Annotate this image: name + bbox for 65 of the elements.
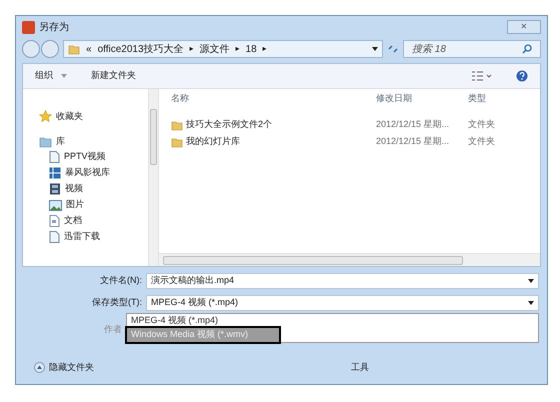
author-label: 作者 bbox=[103, 323, 122, 336]
overflow-chevron[interactable]: « bbox=[86, 42, 92, 56]
folder-icon bbox=[68, 43, 80, 55]
view-options-icon[interactable] bbox=[472, 71, 492, 81]
modified-date: 2012/12/15 星期... bbox=[376, 134, 450, 148]
file-type: 文件夹 bbox=[468, 134, 495, 148]
save-type-dropdown[interactable]: MPEG-4 视频 (*.mp4) bbox=[146, 295, 539, 311]
breadcrumb-separator[interactable]: ▸ bbox=[262, 43, 267, 55]
search-icon bbox=[522, 44, 532, 54]
breadcrumb-separator[interactable]: ▸ bbox=[236, 43, 240, 55]
sidebar-item[interactable]: 图片 bbox=[39, 197, 148, 213]
sidebar-item[interactable]: 暴风影视库 bbox=[39, 165, 148, 181]
scrollbar-thumb[interactable] bbox=[163, 256, 463, 264]
file-icon bbox=[49, 231, 60, 243]
dropdown-caret-icon[interactable] bbox=[528, 279, 534, 283]
save-type-label: 保存类型(T): bbox=[91, 296, 142, 310]
breadcrumb[interactable]: office2013技巧大全 bbox=[98, 42, 184, 56]
file-type: 文件夹 bbox=[468, 118, 495, 131]
star-icon bbox=[39, 110, 52, 123]
column-header[interactable]: 名称 bbox=[171, 92, 376, 106]
forward-button[interactable] bbox=[41, 40, 59, 58]
search-field[interactable]: 搜索 18 bbox=[403, 40, 541, 58]
document-icon bbox=[49, 215, 60, 227]
library-folder-icon bbox=[39, 136, 52, 148]
sidebar-item[interactable]: 库 bbox=[39, 134, 148, 149]
vertical-scrollbar[interactable] bbox=[148, 89, 159, 266]
dropdown-caret-icon[interactable] bbox=[528, 301, 534, 305]
film-icon bbox=[49, 183, 61, 195]
horizontal-scrollbar[interactable] bbox=[159, 253, 540, 266]
window-title: 另存为 bbox=[39, 20, 69, 34]
file-row[interactable]: 我的幻灯片库 2012/12/15 星期... 文件夹 bbox=[171, 134, 540, 149]
sidebar-item[interactable]: PPTV视频 bbox=[39, 149, 148, 165]
folder-icon bbox=[171, 118, 183, 130]
file-name-label: 文件名(N): bbox=[99, 274, 142, 288]
sidebar-item[interactable]: 收藏夹 bbox=[39, 109, 148, 124]
file-name: 我的幻灯片库 bbox=[186, 134, 240, 148]
column-header[interactable]: 类型 bbox=[468, 92, 486, 106]
file-name-field[interactable]: 演示文稿的输出.mp4 bbox=[146, 273, 539, 289]
scrollbar-thumb[interactable] bbox=[150, 109, 157, 165]
organize-menu[interactable]: 组织 bbox=[35, 69, 67, 83]
sidebar-item[interactable]: 迅雷下载 bbox=[39, 229, 148, 245]
presentation-app-icon bbox=[22, 20, 35, 34]
grid-icon bbox=[49, 167, 61, 179]
sidebar-item[interactable]: 文档 bbox=[39, 213, 148, 229]
address-bar[interactable]: « office2013技巧大全 ▸ 源文件 ▸ 18 ▸ bbox=[63, 40, 383, 58]
folder-icon bbox=[171, 136, 183, 148]
help-icon[interactable] bbox=[516, 70, 528, 82]
breadcrumb-separator[interactable]: ▸ bbox=[190, 43, 194, 55]
modified-date: 2012/12/15 星期... bbox=[376, 118, 450, 131]
back-button[interactable] bbox=[22, 40, 40, 58]
breadcrumb[interactable]: 18 bbox=[246, 42, 257, 56]
dropdown-caret-icon bbox=[61, 74, 67, 78]
picture-icon bbox=[49, 200, 62, 210]
column-header[interactable]: 修改日期 bbox=[376, 92, 468, 106]
close-button[interactable]: ✕ bbox=[507, 20, 541, 34]
file-icon bbox=[49, 151, 60, 163]
sidebar-item[interactable]: 视频 bbox=[39, 181, 148, 197]
save-type-option[interactable]: MPEG-4 视频 (*.mp4) bbox=[127, 314, 538, 328]
hide-folders-button[interactable]: 隐藏文件夹 bbox=[34, 360, 94, 374]
dropdown-caret-icon[interactable] bbox=[372, 47, 378, 51]
file-name: 技巧大全示例文件2个 bbox=[186, 118, 272, 131]
file-row[interactable]: 技巧大全示例文件2个 2012/12/15 星期... 文件夹 bbox=[171, 117, 540, 132]
new-folder-button[interactable]: 新建文件夹 bbox=[91, 69, 136, 83]
tools-menu[interactable]: 工具 bbox=[351, 360, 369, 374]
breadcrumb[interactable]: 源文件 bbox=[200, 42, 230, 56]
